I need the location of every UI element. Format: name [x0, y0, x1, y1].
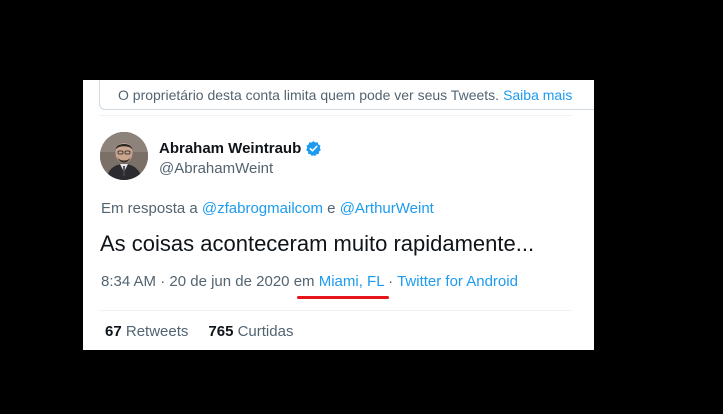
tweet-date[interactable]: 20 de jun de 2020 [169, 273, 289, 290]
reply-joiner: e [327, 200, 336, 217]
author-name-row: Abraham Weintraub [159, 140, 322, 157]
tweet-time[interactable]: 8:34 AM [101, 273, 156, 290]
tweet-source-link[interactable]: Twitter for Android [397, 273, 518, 290]
tweet-location-link[interactable]: Miami, FL [319, 273, 384, 290]
author-name[interactable]: Abraham Weintraub [159, 140, 301, 157]
location-prefix: em [293, 273, 315, 290]
separator-dot: · [388, 273, 394, 290]
reply-context: Em resposta a @zfabrogmailcom e @ArthurW… [101, 200, 434, 217]
author-handle[interactable]: @AbrahamWeint [159, 160, 273, 177]
red-underline-annotation [297, 296, 389, 299]
likes-stat[interactable]: 765 Curtidas [208, 323, 293, 340]
verified-badge-icon [306, 141, 322, 157]
reply-mention-2[interactable]: @ArthurWeint [340, 200, 434, 217]
engagement-stats: 67 Retweets 765 Curtidas [105, 323, 293, 340]
retweets-count: 67 [105, 323, 122, 340]
retweets-stat[interactable]: 67 Retweets [105, 323, 188, 340]
tweet-text: As coisas aconteceram muito rapidamente.… [100, 231, 535, 256]
divider [99, 310, 572, 311]
separator-dot: · [160, 273, 166, 290]
tweet-card: O proprietário desta conta limita quem p… [83, 80, 594, 350]
likes-count: 765 [208, 323, 234, 340]
avatar[interactable] [100, 132, 148, 180]
divider [99, 115, 572, 116]
protected-account-notice: O proprietário desta conta limita quem p… [99, 80, 594, 110]
screenshot-frame: O proprietário desta conta limita quem p… [0, 0, 723, 414]
learn-more-link[interactable]: Saiba mais [503, 87, 572, 103]
avatar-photo [100, 132, 148, 180]
reply-mention-1[interactable]: @zfabrogmailcom [202, 200, 323, 217]
notice-text: O proprietário desta conta limita quem p… [118, 86, 500, 103]
retweets-label: Retweets [125, 323, 189, 340]
likes-label: Curtidas [237, 323, 294, 340]
reply-prefix: Em resposta a [101, 200, 198, 217]
tweet-metadata: 8:34 AM · 20 de jun de 2020 em Miami, FL… [101, 273, 518, 290]
